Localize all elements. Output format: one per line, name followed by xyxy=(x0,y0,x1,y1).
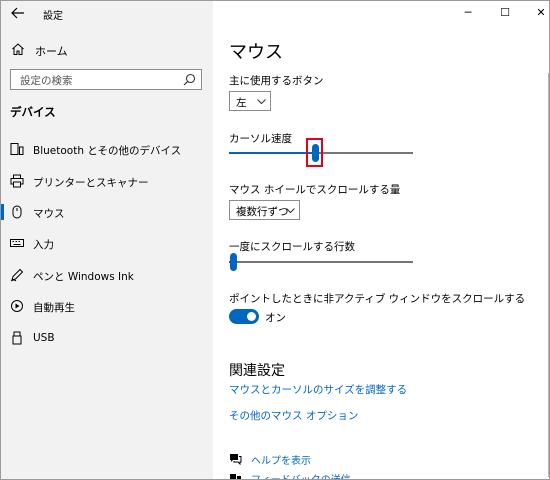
main-content: ─ ☐ ✕ マウス 主に使用するボタン 左 カーソル速度 マウス ホイールでスク… xyxy=(213,1,549,479)
sidebar-item-home[interactable]: ホーム xyxy=(1,38,213,60)
lines-scroll-label: 一度にスクロールする行数 xyxy=(229,241,355,253)
toggle-state: オン xyxy=(265,312,286,324)
sidebar-item-pen[interactable]: ペンと Windows Ink xyxy=(1,263,213,287)
inactive-scroll-label: ポイントしたときに非アクティブ ウィンドウをスクロールする xyxy=(229,293,526,305)
printer-icon xyxy=(10,174,24,188)
dropdown-value: 左 xyxy=(236,97,247,109)
cursor-speed-label: カーソル速度 xyxy=(229,133,292,145)
sidebar-item-input[interactable]: 入力 xyxy=(1,231,213,255)
primary-button-label: 主に使用するボタン xyxy=(229,75,324,87)
feedback-link[interactable]: フィードバックの送信 xyxy=(251,471,351,479)
chevron-down-icon xyxy=(256,96,267,107)
sidebar-item-home-label: ホーム xyxy=(35,45,68,58)
search-icon[interactable] xyxy=(183,73,196,86)
cursor-size-link[interactable]: マウスとカーソルのサイズを調整する xyxy=(229,382,407,397)
maximize-button[interactable]: ☐ xyxy=(495,4,515,20)
lines-scroll-slider[interactable] xyxy=(229,253,413,271)
chevron-down-icon xyxy=(285,205,296,216)
bluetooth-devices-icon xyxy=(10,142,24,156)
cursor-speed-slider[interactable] xyxy=(229,138,413,167)
sidebar-item-label: Bluetooth とその他のデバイス xyxy=(33,145,182,157)
related-settings-title: 関連設定 xyxy=(229,363,285,379)
sidebar-item-usb[interactable]: USB xyxy=(1,326,213,350)
sidebar-item-mouse[interactable]: マウス xyxy=(1,200,213,224)
sidebar-item-label: 入力 xyxy=(33,239,54,251)
wheel-scroll-dropdown[interactable]: 複数行ずつ xyxy=(229,200,300,220)
more-mouse-options-link[interactable]: その他のマウス オプション xyxy=(229,408,358,423)
usb-icon xyxy=(10,331,24,345)
back-arrow-icon[interactable] xyxy=(10,5,26,21)
minimize-button[interactable]: ─ xyxy=(458,4,478,20)
feedback-icon xyxy=(229,471,242,479)
app-title: 設定 xyxy=(43,11,63,22)
selection-indicator xyxy=(1,204,4,220)
page-title: マウス xyxy=(229,42,283,63)
close-button[interactable]: ✕ xyxy=(531,4,549,20)
settings-window: 設定 ホーム 設定の検索 デバイス Bluetooth とその他のデバイス プリ… xyxy=(0,0,550,480)
sidebar-item-label: USB xyxy=(33,332,55,344)
keyboard-icon xyxy=(10,236,24,250)
primary-button-dropdown[interactable]: 左 xyxy=(229,91,271,111)
sidebar-item-label: マウス xyxy=(33,208,65,220)
dropdown-value: 複数行ずつ xyxy=(236,206,289,218)
sidebar-item-label: プリンターとスキャナー xyxy=(33,177,149,189)
toggle-knob xyxy=(247,312,256,321)
autoplay-icon xyxy=(10,299,24,313)
mouse-icon xyxy=(10,205,24,219)
sidebar-item-bluetooth[interactable]: Bluetooth とその他のデバイス xyxy=(1,137,213,161)
slider-fill xyxy=(229,152,315,154)
sidebar: 設定 ホーム 設定の検索 デバイス Bluetooth とその他のデバイス プリ… xyxy=(1,1,213,479)
slider-thumb[interactable] xyxy=(230,253,237,271)
highlight-box xyxy=(306,138,323,167)
inactive-scroll-toggle[interactable] xyxy=(229,309,259,324)
search-placeholder: 設定の検索 xyxy=(20,75,73,87)
help-link[interactable]: ヘルプを表示 xyxy=(251,452,311,467)
sidebar-item-autoplay[interactable]: 自動再生 xyxy=(1,294,213,318)
help-chat-icon xyxy=(229,452,242,466)
pen-icon xyxy=(10,268,24,282)
section-title: デバイス xyxy=(10,105,56,119)
home-icon xyxy=(11,42,25,56)
search-input[interactable]: 設定の検索 xyxy=(10,69,202,90)
sidebar-item-label: ペンと Windows Ink xyxy=(33,271,134,283)
sidebar-item-label: 自動再生 xyxy=(33,302,75,314)
wheel-scroll-label: マウス ホイールでスクロールする量 xyxy=(229,184,401,196)
sidebar-item-printers[interactable]: プリンターとスキャナー xyxy=(1,169,213,193)
titlebar-left: 設定 xyxy=(1,1,213,25)
